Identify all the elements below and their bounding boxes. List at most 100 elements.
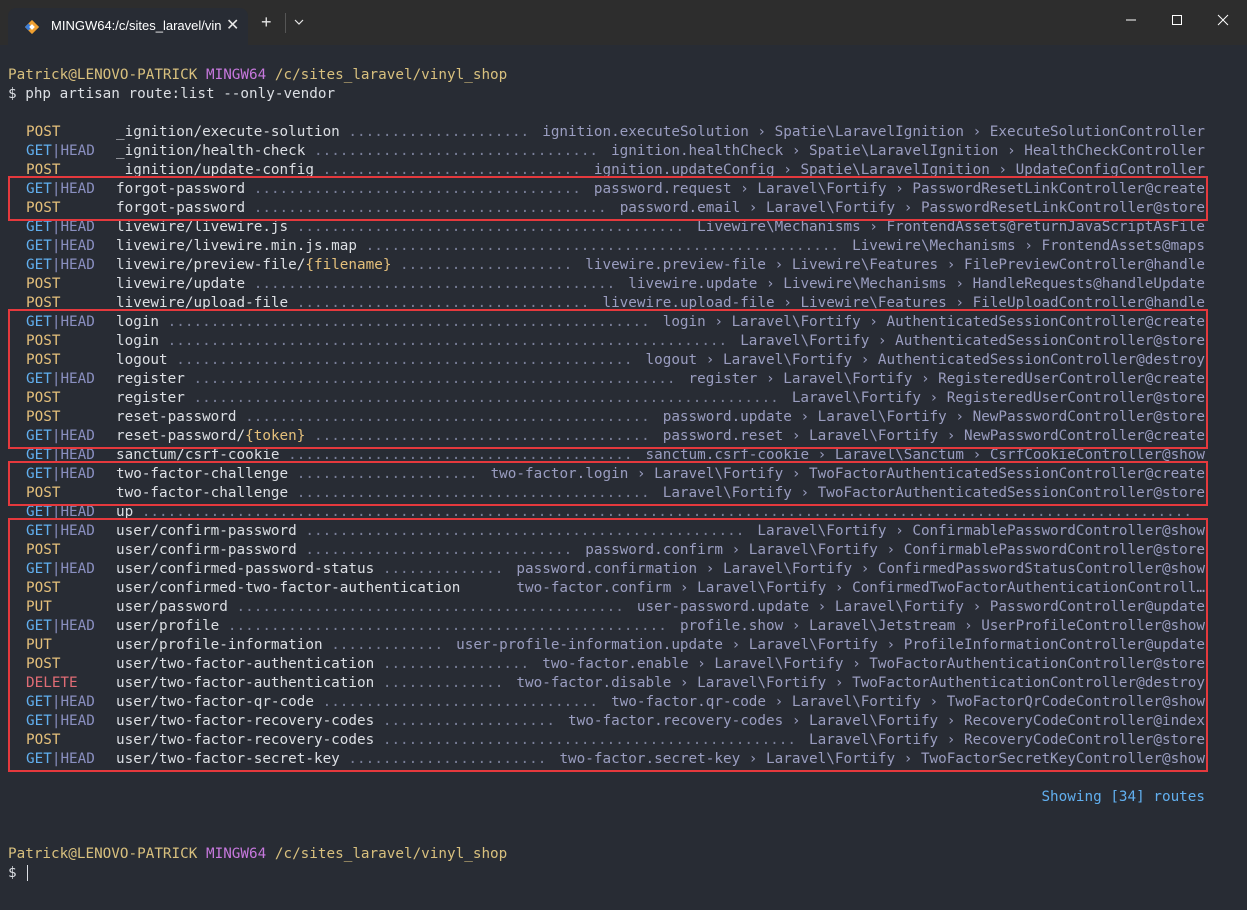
dot-leader: ........................................… bbox=[296, 523, 745, 539]
new-tab-button[interactable]: + bbox=[261, 10, 272, 34]
http-method: POST bbox=[26, 485, 61, 501]
minimize-button[interactable] bbox=[1108, 0, 1154, 40]
dot-leader: ........................................… bbox=[236, 409, 650, 425]
http-method: POST bbox=[26, 124, 61, 140]
route-action: password.reset › Laravel\Fortify › NewPa… bbox=[662, 428, 1205, 444]
route-uri: livewire/update ........................… bbox=[116, 276, 616, 292]
route-action: ignition.updateConfig › Spatie\LaravelIg… bbox=[593, 162, 1205, 178]
route-row: GET|HEAD user/confirm-password ..........… bbox=[8, 522, 1238, 541]
dot-leader: ........................................… bbox=[288, 485, 650, 501]
dot-leader: ........................................… bbox=[133, 504, 1192, 520]
dot-leader: ....................................... bbox=[305, 428, 650, 444]
chevron-down-icon[interactable] bbox=[293, 12, 305, 32]
close-tab-icon[interactable]: ✕ bbox=[226, 15, 239, 35]
route-uri: livewire/livewire.js ...................… bbox=[116, 219, 685, 235]
route-action: password.request › Laravel\Fortify › Pas… bbox=[593, 181, 1205, 197]
route-count-summary: Showing [34] routes bbox=[1041, 789, 1205, 805]
route-uri: user/confirmed-password-status .........… bbox=[116, 561, 504, 577]
route-action: two-factor.login › Laravel\Fortify › Two… bbox=[490, 466, 1205, 482]
http-method: POST bbox=[26, 542, 61, 558]
route-row: GET|HEAD livewire/preview-file/{filename}… bbox=[8, 256, 1238, 275]
route-uri: livewire/upload-file ...................… bbox=[116, 295, 590, 311]
route-uri: user/confirm-password ..................… bbox=[116, 523, 745, 539]
http-method: GET|HEAD bbox=[26, 314, 95, 330]
http-method: GET|HEAD bbox=[26, 447, 95, 463]
dot-leader: ........................................… bbox=[184, 371, 676, 387]
route-uri: user/two-factor-recovery-codes .........… bbox=[116, 732, 796, 748]
dot-leader: ........................................… bbox=[374, 732, 796, 748]
route-uri: user/profile-information ............. bbox=[116, 637, 444, 653]
input-line[interactable]: $ bbox=[8, 864, 1238, 883]
http-method: GET|HEAD bbox=[26, 371, 95, 387]
dot-leader: ........................................… bbox=[357, 238, 840, 254]
route-action: password.confirm › Laravel\Fortify › Con… bbox=[585, 542, 1205, 558]
command-text: php artisan route:list --only-vendor bbox=[25, 86, 336, 102]
route-row: POST livewire/upload-file ...............… bbox=[8, 294, 1238, 313]
route-row: PUT user/profile-information ............… bbox=[8, 636, 1238, 655]
terminal-tab[interactable]: MINGW64:/c/sites_laravel/vin ✕ bbox=[8, 8, 248, 45]
close-window-button[interactable] bbox=[1200, 0, 1246, 40]
http-method: GET|HEAD bbox=[26, 504, 95, 520]
route-row: GET|HEAD two-factor-challenge ...........… bbox=[8, 465, 1238, 484]
cwd-path: /c/sites_laravel/vinyl_shop bbox=[274, 67, 508, 83]
dot-leader: ..................... bbox=[339, 124, 530, 140]
route-row: POST livewire/update ....................… bbox=[8, 275, 1238, 294]
http-method: POST bbox=[26, 162, 61, 178]
http-method: GET|HEAD bbox=[26, 694, 95, 710]
dot-leader: .............. bbox=[374, 675, 504, 691]
route-action: Livewire\Mechanisms › FrontendAssets@map… bbox=[852, 238, 1205, 254]
dot-leader: .................... bbox=[374, 713, 555, 729]
dot-leader: .............. bbox=[374, 561, 504, 577]
route-uri: user/two-factor-authentication .........… bbox=[116, 656, 530, 672]
route-row: PUT user/password .......................… bbox=[8, 598, 1238, 617]
dot-leader: ................................ bbox=[313, 694, 599, 710]
dot-leader: ................................. bbox=[305, 143, 599, 159]
route-row: POST _ignition/update-config ............… bbox=[8, 161, 1238, 180]
http-method: POST bbox=[26, 333, 61, 349]
http-method: DELETE bbox=[26, 675, 78, 691]
http-method: GET|HEAD bbox=[26, 143, 95, 159]
route-row: GET|HEAD user/two-factor-qr-code ........… bbox=[8, 693, 1238, 712]
route-uri: reset-password/{token} .................… bbox=[116, 428, 650, 444]
http-method: PUT bbox=[26, 599, 52, 615]
route-action: Laravel\Fortify › TwoFactorAuthenticated… bbox=[662, 485, 1205, 501]
maximize-button[interactable] bbox=[1154, 0, 1200, 40]
route-uri: livewire/livewire.min.js.map ...........… bbox=[116, 238, 840, 254]
route-uri: sanctum/csrf-cookie ....................… bbox=[116, 447, 633, 463]
route-uri: up .....................................… bbox=[116, 504, 1192, 520]
text-cursor bbox=[27, 865, 29, 881]
route-row: POST _ignition/execute-solution .........… bbox=[8, 123, 1238, 142]
tab-separator bbox=[285, 13, 286, 33]
terminal-output[interactable]: Patrick@LENOVO-PATRICK MINGW64 /c/sites_… bbox=[8, 66, 1238, 883]
http-method: POST bbox=[26, 295, 61, 311]
http-method: POST bbox=[26, 276, 61, 292]
route-row: POST reset-password .....................… bbox=[8, 408, 1238, 427]
http-method: POST bbox=[26, 580, 61, 596]
route-list: POST _ignition/execute-solution .........… bbox=[8, 123, 1238, 772]
route-uri: user/two-factor-qr-code ................… bbox=[116, 694, 599, 710]
dot-leader: ........................................… bbox=[184, 390, 779, 406]
dot-leader: .................... bbox=[391, 257, 573, 273]
route-row: POST user/confirmed-two-factor-authentica… bbox=[8, 579, 1238, 598]
route-action: password.update › Laravel\Fortify › NewP… bbox=[662, 409, 1205, 425]
user-host: Patrick@LENOVO-PATRICK bbox=[8, 846, 198, 862]
dot-leader: ................. bbox=[374, 656, 530, 672]
dot-leader: ........................................… bbox=[245, 200, 607, 216]
route-uri: user/password ..........................… bbox=[116, 599, 624, 615]
route-action: Laravel\Fortify › AuthenticatedSessionCo… bbox=[740, 333, 1205, 349]
http-method: GET|HEAD bbox=[26, 751, 95, 767]
route-row: GET|HEAD up .............................… bbox=[8, 503, 1238, 522]
route-uri: _ignition/health-check .................… bbox=[116, 143, 599, 159]
route-action: profile.show › Laravel\Jetstream › UserP… bbox=[679, 618, 1205, 634]
route-action: password.email › Laravel\Fortify › Passw… bbox=[619, 200, 1205, 216]
prompt-symbol: $ bbox=[8, 86, 17, 102]
route-uri: register ...............................… bbox=[116, 390, 779, 406]
route-row: GET|HEAD _ignition/health-check .........… bbox=[8, 142, 1238, 161]
route-action: two-factor.disable › Laravel\Fortify › T… bbox=[516, 675, 1205, 691]
route-uri: forgot-password ........................… bbox=[116, 181, 581, 197]
route-uri: _ignition/execute-solution .............… bbox=[116, 124, 530, 140]
http-method: POST bbox=[26, 390, 61, 406]
dot-leader: ........................................… bbox=[167, 352, 633, 368]
route-action: two-factor.enable › Laravel\Fortify › Tw… bbox=[542, 656, 1205, 672]
cwd-path: /c/sites_laravel/vinyl_shop bbox=[274, 846, 508, 862]
